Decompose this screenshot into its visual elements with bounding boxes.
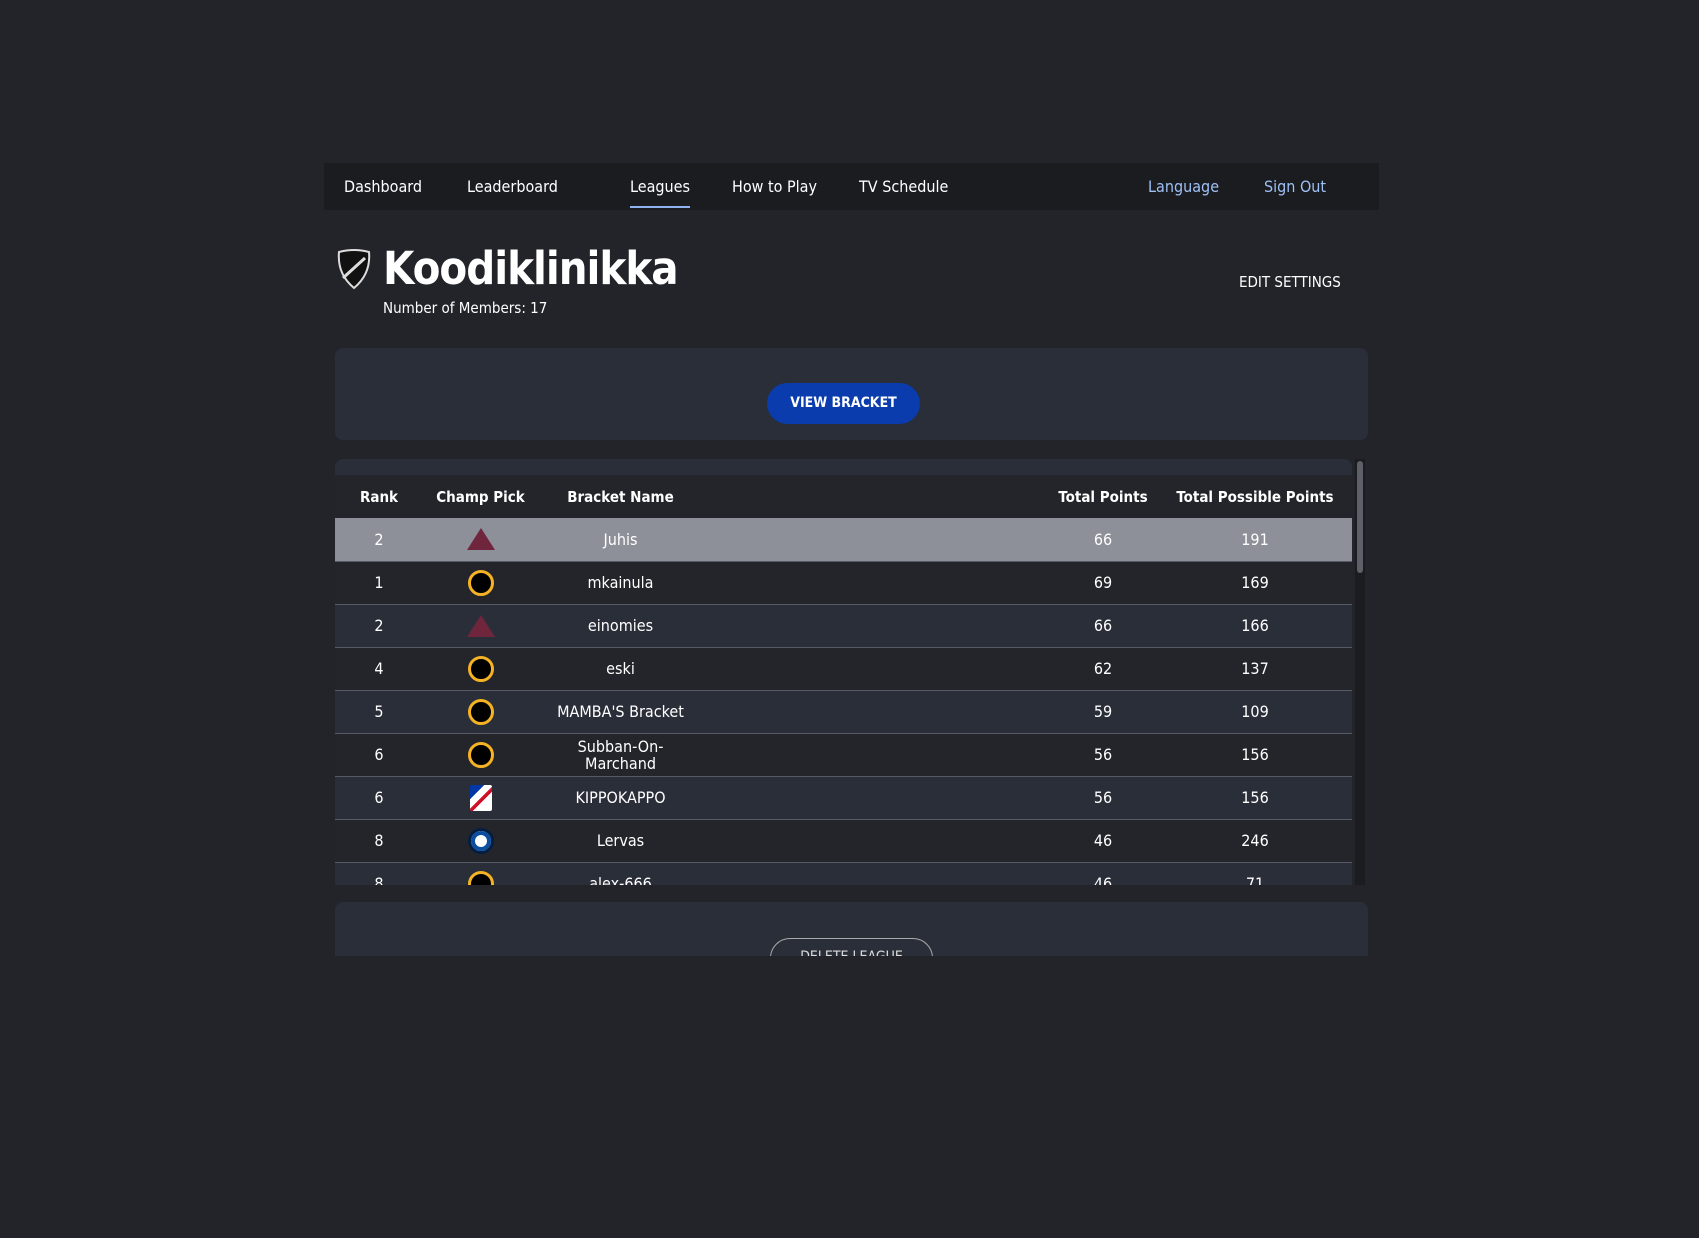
table-row[interactable]: 8 alex-666 46 71 — [335, 861, 1352, 885]
champ-pick-cell — [423, 603, 538, 647]
nav-leaderboard[interactable]: Leaderboard — [467, 177, 558, 196]
bracket-name-cell[interactable]: einomies — [538, 603, 703, 647]
colorado-avalanche-logo-icon — [466, 528, 495, 551]
total-points-cell: 69 — [1048, 560, 1158, 604]
total-points-cell: 46 — [1048, 861, 1158, 885]
champ-pick-cell — [423, 818, 538, 862]
league-title: Koodiklinikka — [383, 242, 679, 295]
table-row[interactable]: 8 Lervas 46 246 — [335, 818, 1352, 862]
header-total-possible-points[interactable]: Total Possible Points — [1158, 475, 1352, 518]
table-row[interactable]: 6 Subban-On-Marchand 56 156 — [335, 732, 1352, 776]
champ-pick-cell — [423, 646, 538, 690]
delete-card: DELETE LEAGUE — [335, 902, 1368, 956]
bracket-name[interactable]: Juhis — [556, 531, 686, 548]
champ-pick-cell — [423, 732, 538, 776]
champ-pick-cell — [423, 560, 538, 604]
table-row[interactable]: 5 MAMBA'S Bracket 59 109 — [335, 689, 1352, 733]
bracket-name-cell[interactable]: Subban-On-Marchand — [538, 732, 703, 776]
champ-pick-cell — [423, 861, 538, 885]
rank-cell: 8 — [335, 861, 423, 885]
bracket-name[interactable]: mkainula — [556, 574, 686, 591]
bracket-card: VIEW BRACKET — [335, 348, 1368, 440]
champ-pick-cell — [423, 689, 538, 733]
rank-cell: 4 — [335, 646, 423, 690]
rank-cell: 8 — [335, 818, 423, 862]
table-scrollbar[interactable] — [1355, 459, 1365, 885]
total-possible-cell: 166 — [1158, 603, 1352, 647]
boston-bruins-logo-icon — [467, 569, 494, 596]
new-york-rangers-logo-icon — [469, 784, 492, 811]
total-points-cell: 62 — [1048, 646, 1158, 690]
header-rank[interactable]: Rank — [335, 475, 423, 518]
total-possible-cell: 169 — [1158, 560, 1352, 604]
scrollbar-thumb[interactable] — [1357, 461, 1363, 573]
boston-bruins-logo-icon — [467, 741, 494, 768]
bracket-name[interactable]: MAMBA'S Bracket — [556, 703, 686, 720]
top-nav: Dashboard Leaderboard Leagues How to Pla… — [324, 163, 1379, 210]
bracket-name[interactable]: KIPPOKAPPO — [556, 789, 686, 806]
standings-table: Rank Champ Pick Bracket Name Total Point… — [335, 459, 1352, 885]
nav-language[interactable]: Language — [1148, 177, 1219, 196]
total-possible-cell: 137 — [1158, 646, 1352, 690]
total-possible-cell: 156 — [1158, 732, 1352, 776]
rank-cell: 6 — [335, 775, 423, 819]
total-points-cell: 56 — [1048, 732, 1158, 776]
edit-settings-button[interactable]: EDIT SETTINGS — [1239, 273, 1341, 291]
rank-cell: 2 — [335, 518, 423, 561]
bracket-name[interactable]: Subban-On-Marchand — [556, 738, 686, 772]
total-possible-cell: 246 — [1158, 818, 1352, 862]
bracket-name-cell[interactable]: Juhis — [538, 518, 703, 561]
rank-cell: 2 — [335, 603, 423, 647]
table-row[interactable]: 2 Juhis 66 191 — [335, 518, 1352, 561]
boston-bruins-logo-icon — [467, 870, 494, 885]
table-row[interactable]: 2 einomies 66 166 — [335, 603, 1352, 647]
delete-league-button[interactable]: DELETE LEAGUE — [770, 938, 933, 956]
edmonton-oilers-logo-icon — [467, 827, 494, 854]
bracket-name[interactable]: einomies — [556, 617, 686, 634]
rank-cell: 5 — [335, 689, 423, 733]
member-count: Number of Members: 17 — [383, 299, 548, 317]
bracket-name[interactable]: alex-666 — [556, 875, 686, 885]
total-points-cell: 66 — [1048, 603, 1158, 647]
boston-bruins-logo-icon — [467, 698, 494, 725]
total-points-cell: 66 — [1048, 518, 1158, 561]
view-bracket-button[interactable]: VIEW BRACKET — [767, 383, 920, 424]
header-total-points[interactable]: Total Points — [1048, 475, 1158, 518]
header-champ-pick[interactable]: Champ Pick — [423, 475, 538, 518]
total-possible-cell: 109 — [1158, 689, 1352, 733]
rank-cell: 6 — [335, 732, 423, 776]
champ-pick-cell — [423, 518, 538, 561]
total-points-cell: 59 — [1048, 689, 1158, 733]
total-points-cell: 56 — [1048, 775, 1158, 819]
bracket-name[interactable]: eski — [556, 660, 686, 677]
colorado-avalanche-logo-icon — [466, 614, 495, 637]
nav-sign-out[interactable]: Sign Out — [1264, 177, 1326, 196]
total-possible-cell: 71 — [1158, 861, 1352, 885]
total-possible-cell: 191 — [1158, 518, 1352, 561]
header-bracket-name[interactable]: Bracket Name — [538, 475, 703, 518]
bracket-name[interactable]: Lervas — [556, 832, 686, 849]
nhl-logo-icon — [337, 249, 371, 290]
table-row[interactable]: 1 mkainula 69 169 — [335, 560, 1352, 604]
total-possible-cell: 156 — [1158, 775, 1352, 819]
bracket-name-cell[interactable]: eski — [538, 646, 703, 690]
champ-pick-cell — [423, 775, 538, 819]
nav-how-to-play[interactable]: How to Play — [732, 177, 817, 196]
bracket-name-cell[interactable]: alex-666 — [538, 861, 703, 885]
bracket-name-cell[interactable]: MAMBA'S Bracket — [538, 689, 703, 733]
nav-leagues[interactable]: Leagues — [630, 177, 691, 208]
bracket-name-cell[interactable]: Lervas — [538, 818, 703, 862]
bracket-name-cell[interactable]: KIPPOKAPPO — [538, 775, 703, 819]
bracket-name-cell[interactable]: mkainula — [538, 560, 703, 604]
nav-tv-schedule[interactable]: TV Schedule — [859, 177, 948, 196]
nav-dashboard[interactable]: Dashboard — [344, 177, 422, 196]
table-row[interactable]: 4 eski 62 137 — [335, 646, 1352, 690]
total-points-cell: 46 — [1048, 818, 1158, 862]
rank-cell: 1 — [335, 560, 423, 604]
boston-bruins-logo-icon — [467, 655, 494, 682]
table-row[interactable]: 6 KIPPOKAPPO 56 156 — [335, 775, 1352, 819]
